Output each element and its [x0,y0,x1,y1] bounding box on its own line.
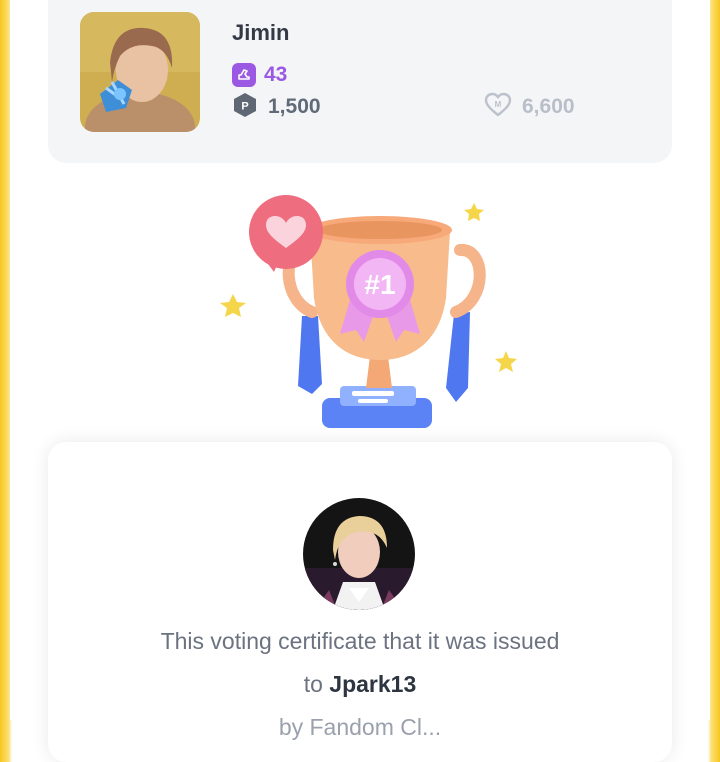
page: Jimin 43 P 1,500 M 6,600 #1 This voting … [10,0,710,762]
certificate-text: This voting certificate that it was issu… [160,628,560,654]
star-icon [495,351,517,372]
stats-row: P 1,500 M 6,600 [232,92,672,123]
certificate-card: This voting certificate that it was issu… [48,442,672,762]
trophy-icon: #1 [220,195,517,428]
profile-name: Jimin [232,20,290,45]
heart-icon: M [484,92,512,123]
profile-card: Jimin 43 P 1,500 M 6,600 [48,0,672,163]
certificate-to-label: to [303,671,323,697]
vote-count: 43 [264,63,288,86]
points-value: 1,500 [268,95,321,118]
hearts-stat: M 6,600 [484,92,575,123]
svg-text:M: M [495,100,502,109]
trophy-illustration: #1 [200,188,530,468]
certificate-issuer: by Fandom Cl... [278,714,442,740]
svg-text:P: P [241,100,248,112]
vote-ticket-icon [232,63,256,87]
certificate-recipient: to Jpark13 [48,671,672,698]
points-stat: P 1,500 [232,92,321,123]
point-badge-icon: P [232,92,258,123]
hearts-value: 6,600 [522,95,575,118]
certificate-avatar[interactable] [303,498,415,610]
profile-photo[interactable] [80,12,200,132]
vote-stat: 43 [232,62,287,88]
star-icon [464,203,484,221]
certificate-username: Jpark13 [329,671,417,697]
trophy-rank-label: #1 [364,269,395,300]
star-icon [220,294,246,317]
